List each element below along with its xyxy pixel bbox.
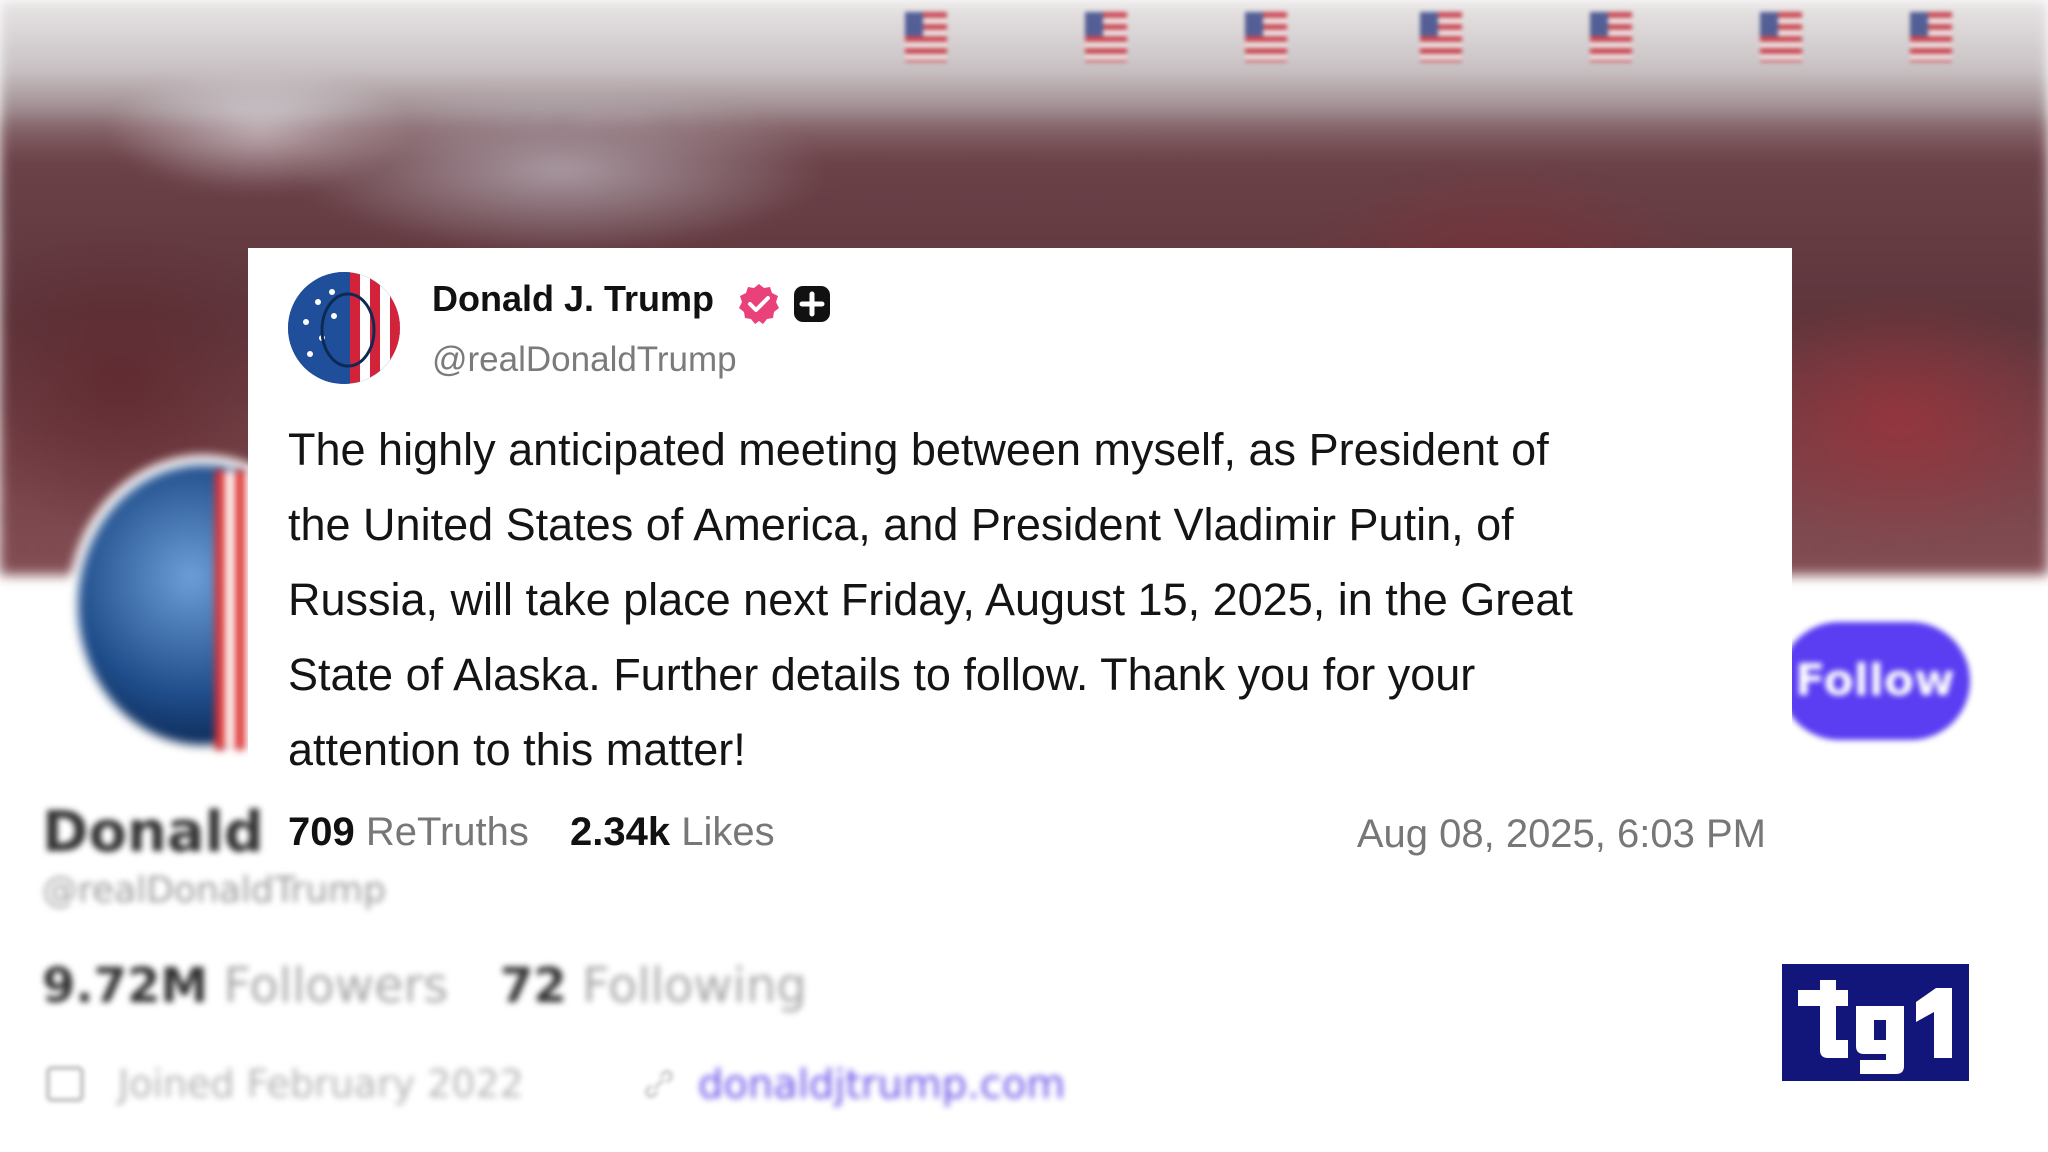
following-stat[interactable]: 72 Following — [500, 958, 807, 1014]
avatar-flag-face-icon — [288, 272, 400, 384]
banner-flag — [1420, 12, 1462, 62]
post-text-line: State of Alaska. Further details to foll… — [288, 649, 1476, 700]
profile-name: Donald — [42, 800, 264, 865]
retruths-label: ReTruths — [365, 810, 529, 854]
banner-flag — [1245, 12, 1287, 62]
retruths-stat[interactable]: 709 ReTruths — [288, 810, 529, 855]
banner-flag — [1760, 12, 1802, 62]
retruths-count: 709 — [288, 810, 355, 854]
author-avatar[interactable] — [288, 272, 400, 384]
following-label: Following — [582, 958, 807, 1014]
likes-label: Likes — [681, 810, 775, 854]
followers-count: 9.72M — [42, 958, 209, 1014]
follow-button[interactable]: Follow — [1780, 622, 1970, 740]
banner-flag — [1910, 12, 1952, 62]
banner-flag — [1085, 12, 1127, 62]
post-text-line: attention to this matter! — [288, 724, 746, 775]
following-count: 72 — [500, 958, 567, 1014]
profile-website-link[interactable]: donaldjtrump.com — [698, 1062, 1065, 1108]
followers-label: Followers — [223, 958, 449, 1014]
banner-flag — [1590, 12, 1632, 62]
calendar-icon — [46, 1066, 84, 1102]
post-text: The highly anticipated meeting between m… — [288, 412, 1758, 787]
post-text-line: The highly anticipated meeting between m… — [288, 424, 1549, 475]
likes-count: 2.34k — [570, 810, 671, 854]
profile-handle: @realDonaldTrump — [42, 870, 386, 911]
tg1-logo-mark-icon — [1782, 964, 1969, 1081]
post-timestamp[interactable]: Aug 08, 2025, 6:03 PM — [1357, 812, 1766, 857]
tg1-logo — [1780, 962, 1971, 1083]
post-stats: 709 ReTruths 2.34k Likes — [288, 810, 775, 855]
author-name[interactable]: Donald J. Trump — [432, 278, 714, 320]
post-text-line: the United States of America, and Presid… — [288, 499, 1514, 550]
verified-badge-icon — [739, 284, 779, 324]
joined-date: Joined February 2022 — [118, 1062, 524, 1106]
post-text-line: Russia, will take place next Friday, Aug… — [288, 574, 1573, 625]
likes-stat[interactable]: 2.34k Likes — [570, 810, 775, 855]
banner-flag — [905, 12, 947, 62]
author-handle[interactable]: @realDonaldTrump — [432, 340, 737, 380]
link-icon — [645, 1070, 673, 1098]
plus-badge-icon — [794, 286, 830, 322]
followers-stat[interactable]: 9.72M Followers — [42, 958, 448, 1014]
